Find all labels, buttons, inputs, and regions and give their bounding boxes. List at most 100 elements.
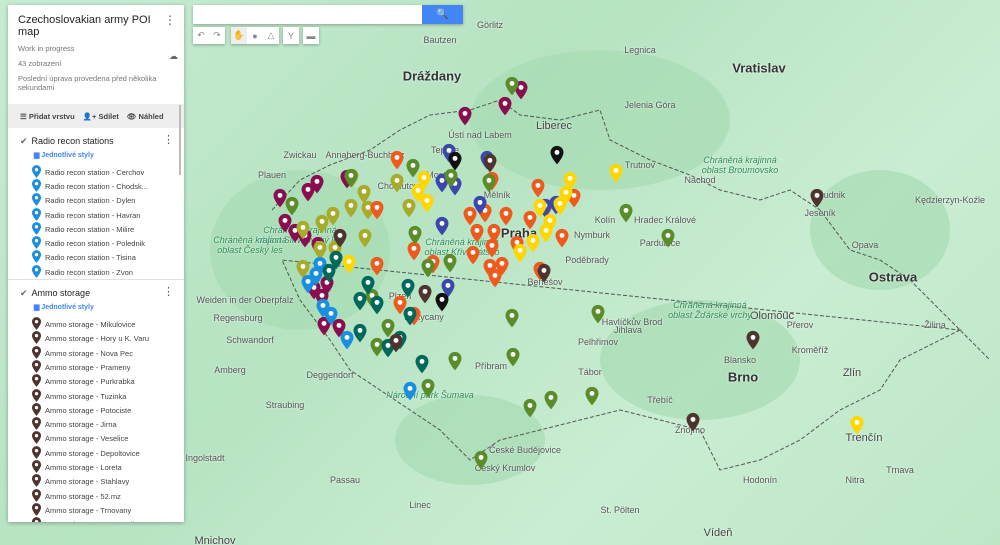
layer-feature-item[interactable]: Radio recon station - Tisina (20, 250, 184, 265)
map-marker-brown-icon[interactable] (537, 263, 551, 283)
map-marker-blue-icon[interactable] (301, 274, 315, 294)
layer-style-link[interactable]: ▆ Jednotlivé styly (34, 151, 184, 159)
map-marker-indigo-icon[interactable] (473, 195, 487, 215)
map-marker-green-icon[interactable] (505, 76, 519, 96)
map-marker-green-icon[interactable] (443, 253, 457, 273)
map-marker-black-icon[interactable] (550, 145, 564, 165)
map-marker-green-icon[interactable] (408, 225, 422, 245)
map-marker-olive-icon[interactable] (358, 228, 372, 248)
layer-feature-item[interactable]: Ammo storage - 52.mz (20, 488, 184, 503)
map-marker-green-icon[interactable] (585, 386, 599, 406)
map-marker-brown-icon[interactable] (810, 188, 824, 208)
map-marker-teal-icon[interactable] (353, 291, 367, 311)
layer-style-link[interactable]: ▆ Jednotlivé styly (34, 303, 184, 311)
map-marker-teal-icon[interactable] (403, 306, 417, 326)
layer-feature-item[interactable]: SAM rockets storage - Stribro (20, 517, 184, 522)
layer-feature-item[interactable]: Ammo storage - Tuzinka (20, 388, 184, 403)
map-marker-indigo-icon[interactable] (435, 216, 449, 236)
layer-options-icon[interactable]: ⋮ (163, 133, 174, 146)
directions-icon[interactable]: Y (283, 27, 299, 44)
ruler-icon[interactable]: ▬ (303, 27, 319, 44)
map-marker-orange-icon[interactable] (470, 223, 484, 243)
map-marker-black-icon[interactable] (435, 292, 449, 312)
map-marker-teal-icon[interactable] (401, 278, 415, 298)
add-layer-button[interactable]: ☰ Přidat vrstvu (20, 112, 75, 121)
map-marker-yellow-icon[interactable] (526, 233, 540, 253)
layer-visibility-checkbox[interactable]: ✔ (20, 288, 28, 299)
map-marker-brown-icon[interactable] (418, 284, 432, 304)
map-description[interactable]: Work in progress (18, 44, 174, 53)
layer-feature-item[interactable]: Radio recon station - Milire (20, 221, 184, 236)
map-marker-teal-icon[interactable] (415, 354, 429, 374)
layer-feature-item[interactable]: Radio recon station - Cerchov (20, 164, 184, 179)
map-marker-purple-icon[interactable] (278, 213, 292, 233)
search-input[interactable] (193, 5, 422, 24)
marker-icon[interactable]: ● (247, 27, 263, 44)
layer-feature-item[interactable]: Ammo storage - Depoltovice (20, 445, 184, 460)
map-marker-orange-icon[interactable] (370, 256, 384, 276)
map-marker-orange-icon[interactable] (390, 150, 404, 170)
map-marker-green-icon[interactable] (619, 203, 633, 223)
layer-feature-item[interactable]: Radio recon station - Havran (20, 207, 184, 222)
map-marker-green-icon[interactable] (505, 308, 519, 328)
layer-feature-item[interactable]: Radio recon station - Dylen (20, 193, 184, 208)
map-marker-green-icon[interactable] (474, 450, 488, 470)
search-bar[interactable]: 🔍 (193, 5, 463, 24)
search-button[interactable]: 🔍 (422, 5, 463, 24)
map-title[interactable]: Czechoslovakian army POI map (18, 14, 174, 38)
layer-feature-item[interactable]: Ammo storage - Hory u K. Varu (20, 331, 184, 346)
map-marker-green-icon[interactable] (444, 168, 458, 188)
share-button[interactable]: 👤+ Sdílet (83, 112, 119, 121)
layer-feature-item[interactable]: Ammo storage - Nova Pec (20, 345, 184, 360)
layer-feature-item[interactable]: Ammo storage - Jirna (20, 417, 184, 431)
map-marker-yellow-icon[interactable] (609, 163, 623, 183)
map-marker-yellow-icon[interactable] (513, 243, 527, 263)
layer-feature-item[interactable]: Ammo storage - Mikulovice (20, 317, 184, 331)
map-marker-purple-icon[interactable] (498, 96, 512, 116)
map-marker-blue-icon[interactable] (403, 381, 417, 401)
map-marker-yellow-icon[interactable] (539, 223, 553, 243)
layer-feature-item[interactable]: Ammo storage - Trnovany (20, 503, 184, 517)
map-marker-teal-icon[interactable] (353, 323, 367, 343)
map-marker-olive-icon[interactable] (296, 220, 310, 240)
map-marker-olive-icon[interactable] (315, 214, 329, 234)
map-marker-orange-icon[interactable] (499, 206, 513, 226)
map-marker-green-icon[interactable] (421, 378, 435, 398)
map-marker-brown-icon[interactable] (333, 228, 347, 248)
map-marker-black-icon[interactable] (448, 151, 462, 171)
map-marker-orange-icon[interactable] (495, 256, 509, 276)
map-marker-yellow-icon[interactable] (342, 254, 356, 274)
hand-icon[interactable]: ✋ (231, 27, 247, 44)
draw-line-icon[interactable]: △ (263, 27, 279, 44)
map-marker-orange-icon[interactable] (531, 178, 545, 198)
map-marker-brown-icon[interactable] (686, 412, 700, 432)
map-marker-yellow-icon[interactable] (850, 415, 864, 435)
map-marker-olive-icon[interactable] (344, 198, 358, 218)
map-marker-green-icon[interactable] (661, 228, 675, 248)
map-marker-orange-icon[interactable] (485, 238, 499, 258)
map-marker-green-icon[interactable] (285, 196, 299, 216)
undo-icon[interactable]: ↶ (193, 27, 209, 44)
layer-feature-item[interactable]: Ammo storage - Purkrabka (20, 374, 184, 389)
layer-name[interactable]: Radio recon stations (32, 136, 114, 146)
layer-name[interactable]: Ammo storage (32, 288, 91, 298)
map-marker-orange-icon[interactable] (466, 245, 480, 265)
map-marker-blue-icon[interactable] (340, 330, 354, 350)
map-marker-purple-icon[interactable] (301, 182, 315, 202)
map-marker-blue-icon[interactable] (316, 298, 330, 318)
map-marker-green-icon[interactable] (591, 304, 605, 324)
map-marker-green-icon[interactable] (448, 351, 462, 371)
layer-feature-item[interactable]: Ammo storage - Veselice (20, 431, 184, 446)
preview-button[interactable]: 👁 Náhled (127, 112, 164, 121)
map-marker-brown-icon[interactable] (746, 330, 760, 350)
layer-visibility-checkbox[interactable]: ✔ (20, 136, 28, 147)
map-marker-brown-icon[interactable] (483, 153, 497, 173)
map-marker-brown-icon[interactable] (389, 333, 403, 353)
map-marker-green-icon[interactable] (523, 398, 537, 418)
map-marker-green-icon[interactable] (544, 390, 558, 410)
layer-feature-item[interactable]: Ammo storage - Stahlavy (20, 474, 184, 489)
layer-feature-item[interactable]: Ammo storage - Prameny (20, 360, 184, 374)
map-marker-orange-icon[interactable] (555, 228, 569, 248)
map-marker-green-icon[interactable] (421, 258, 435, 278)
map-marker-green-icon[interactable] (344, 168, 358, 188)
